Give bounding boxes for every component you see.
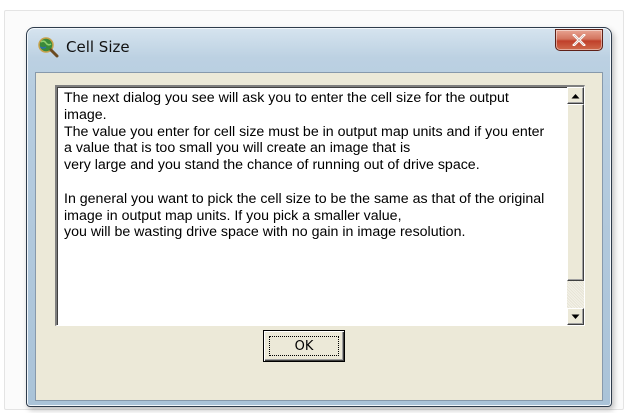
ok-button-label: OK (269, 336, 339, 356)
title-bar[interactable]: Cell Size (27, 28, 611, 68)
close-icon (572, 34, 586, 46)
cell-size-dialog: Cell Size The next dialog you see will a… (26, 27, 612, 407)
scroll-thumb[interactable] (567, 104, 584, 281)
scroll-up-button[interactable] (567, 87, 584, 104)
message-line: In general you want to pick the cell siz… (64, 190, 545, 224)
close-button[interactable] (555, 29, 603, 51)
arrow-down-icon (571, 314, 580, 319)
dialog-client-area: The next dialog you see will ask you to … (35, 72, 603, 401)
globe-magnifier-icon (37, 36, 59, 58)
message-line: very large and you stand the chance of r… (64, 157, 480, 174)
ok-button[interactable]: OK (263, 330, 345, 362)
scroll-down-button[interactable] (567, 308, 584, 325)
message-line: The value you enter for cell size must b… (64, 123, 545, 157)
message-textbox[interactable]: The next dialog you see will ask you to … (55, 85, 585, 326)
message-text: The next dialog you see will ask you to … (64, 90, 549, 241)
vertical-scrollbar[interactable] (567, 87, 584, 325)
message-line: you will be wasting drive space with no … (64, 224, 466, 241)
message-line: The next dialog you see will ask you to … (64, 90, 509, 123)
dialog-title: Cell Size (66, 38, 130, 56)
arrow-up-icon (571, 93, 580, 98)
